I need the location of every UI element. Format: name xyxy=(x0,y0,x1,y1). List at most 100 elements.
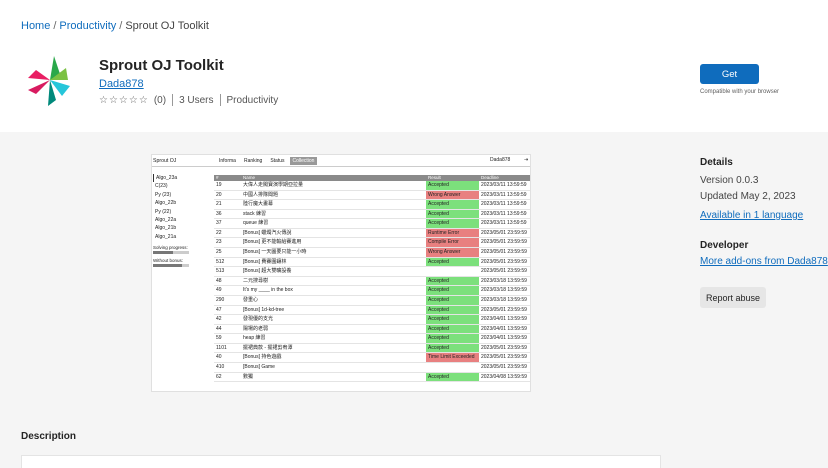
preview-table-row: 48 二元搜尋樹 Accepted 2023/03/18 13:59:59 xyxy=(214,276,530,287)
preview-cell-deadline: 2023/03/11 13:59:59 xyxy=(481,201,527,208)
preview-cell-name: 中國人排隊聞題 xyxy=(243,191,279,198)
compatibility-note: Compatible with your browser xyxy=(700,89,780,95)
preview-table-row: 1101 擺裙典款 - 擺裙剪宥潭 Accepted 2023/05/01 23:59… xyxy=(214,343,530,354)
extension-title: Sprout OJ Toolkit xyxy=(99,57,224,74)
preview-cell-deadline: 2023/05/01 23:59:59 xyxy=(481,344,527,351)
preview-cell-id: 59 xyxy=(216,335,222,342)
preview-cell-deadline: 2023/05/01 23:59:59 xyxy=(481,249,527,256)
preview-cell-result: Accepted xyxy=(426,219,479,228)
preview-cell-name: [Bonus] Game xyxy=(243,363,275,370)
preview-cell-id: 23 xyxy=(216,239,222,246)
preview-cell-name: [Bonus] 一天圖要只能一小時 xyxy=(243,249,307,256)
preview-cell-id: 42 xyxy=(216,316,222,323)
preview-table-row: 62 數獨 Accepted 2023/04/08 13:59:59 xyxy=(214,372,530,383)
sprout-logo-icon xyxy=(28,56,70,106)
preview-cell-deadline: 2023/05/01 23:59:59 xyxy=(481,306,527,313)
preview-cell-name: 大偉人走闖寶演學期亞拉量 xyxy=(243,182,304,188)
get-button[interactable]: Get xyxy=(700,64,759,84)
breadcrumb-current: Sprout OJ Toolkit xyxy=(125,20,209,32)
preview-table-row: 40 [Bonus] 持色遊戲 Time Limit Exceeded 2023/05… xyxy=(214,353,530,363)
preview-cell-deadline: 2023/04/08 13:59:59 xyxy=(481,373,527,380)
preview-cell-result xyxy=(426,363,479,372)
preview-cell-deadline: 2023/04/01 13:59:59 xyxy=(481,335,527,342)
preview-cell-name: [Bonus] 更不能輸給賽進用 xyxy=(243,239,302,246)
preview-cell-name: heap 練習 xyxy=(243,335,266,342)
preview-cell-result: Wrong Answer xyxy=(426,190,479,200)
preview-table-row: 59 heap 練習 Accepted 2023/04/01 13:59:59 xyxy=(214,334,530,344)
preview-sidebar-item: C(23) xyxy=(155,183,168,190)
rating-stars[interactable]: ☆☆☆☆☆ xyxy=(99,95,149,106)
preview-cell-id: 22 xyxy=(216,229,222,236)
preview-cell-id: 25 xyxy=(216,249,222,256)
preview-cell-id: 19 xyxy=(216,182,222,188)
preview-table-row: 290 發重心 Accepted 2023/03/18 13:59:59 xyxy=(214,295,530,306)
breadcrumb-category[interactable]: Productivity xyxy=(59,20,116,32)
preview-cell-result: Accepted xyxy=(426,276,479,286)
preview-table-row: 22 [Bonus] 蠟燭汽火傳說 Runtime Error 2023/05/01 … xyxy=(214,228,530,239)
preview-cell-name: [Bonus] 超大雙曠設養 xyxy=(243,268,292,275)
report-abuse-button[interactable]: Report abuse xyxy=(700,287,766,308)
preview-progress-fill xyxy=(153,251,173,255)
preview-table-row: 23 [Bonus] 更不能輸給賽進用 Compile Error 2023/05/0… xyxy=(214,238,530,249)
description-heading: Description xyxy=(21,431,77,442)
languages-link[interactable]: Available in 1 language xyxy=(700,210,803,221)
preview-cell-deadline: 2023/05/01 23:59:59 xyxy=(481,363,527,370)
preview-cell-deadline: 2023/04/01 13:59:59 xyxy=(481,325,527,332)
preview-cell-result: Accepted xyxy=(426,257,479,267)
preview-cell-result: Accepted xyxy=(426,181,479,190)
preview-cell-deadline: 2023/04/01 13:59:59 xyxy=(481,316,527,323)
preview-cell-deadline: 2023/03/11 13:59:59 xyxy=(481,191,527,198)
preview-cell-id: 48 xyxy=(216,277,222,284)
preview-cell-name: stack 練習 xyxy=(243,210,267,217)
preview-cell-deadline: 2023/05/01 23:59:59 xyxy=(481,229,527,236)
preview-progress-label: Without bonus: xyxy=(153,258,184,264)
preview-table-row: 25 [Bonus] 一天圖要只能一小時 Wrong Answer 2023/05/0… xyxy=(214,248,530,258)
preview-table-row: 42 發現優的支光 Accepted 2023/04/01 13:59:59 xyxy=(214,315,530,325)
preview-cell-name: 陽場的老弱 xyxy=(243,325,269,332)
preview-tab: Collection xyxy=(289,157,318,165)
preview-progress-label: Solving progress: xyxy=(153,245,188,251)
extension-header: Home / Productivity / Sprout OJ Toolkit Spro… xyxy=(0,0,828,132)
preview-cell-deadline: 2023/05/01 23:59:59 xyxy=(481,258,527,265)
preview-cell-result: Accepted xyxy=(426,372,479,382)
preview-cell-id: 49 xyxy=(216,287,222,294)
preview-cell-name: 數獨 xyxy=(243,373,254,380)
preview-cell-deadline: 2023/05/01 23:59:59 xyxy=(481,239,527,246)
preview-sidebar-item: Algo_21b xyxy=(155,225,177,232)
preview-cell-id: 290 xyxy=(216,296,225,303)
preview-cell-result xyxy=(426,267,479,276)
preview-tab: Informa xyxy=(219,158,236,164)
preview-sidebar-item: Py (23) xyxy=(155,191,172,198)
preview-tab: Status xyxy=(270,158,285,164)
preview-cell-name: 二元搜尋樹 xyxy=(243,277,269,284)
preview-tab: Ranking xyxy=(243,158,263,164)
preview-table-row: 19 大偉人走闖寶演學期亞拉量 Accepted 2023/03/11 13:59:5… xyxy=(214,181,530,191)
preview-cell-id: 37 xyxy=(216,220,222,227)
preview-cell-id: 44 xyxy=(216,325,222,332)
preview-cell-id: 513 xyxy=(216,268,225,275)
preview-table-row: 513 [Bonus] 超大雙曠設養 2023/05/01 23:59:59 xyxy=(214,267,530,277)
more-addons-link[interactable]: More add-ons from Dada878 xyxy=(700,256,828,267)
preview-sidebar-item: Algo_23a xyxy=(153,174,197,183)
preview-sidebar-item: Algo_22b xyxy=(155,200,177,207)
updated-text: Updated May 2, 2023 xyxy=(700,191,796,202)
preview-cell-id: 40 xyxy=(216,354,222,361)
preview-cell-deadline: 2023/03/18 13:59:59 xyxy=(481,277,527,284)
preview-sidebar-item: Py (22) xyxy=(155,208,172,215)
preview-sidebar-item: Algo_22a xyxy=(155,216,177,223)
preview-cell-deadline: 2023/05/01 23:59:59 xyxy=(481,268,527,275)
preview-table-row: 47 [Bonus] 1d-kd-tree Accepted 2023/05/01 2… xyxy=(214,305,530,316)
screenshot-preview[interactable]: Sprout OJ Informa Ranking Status Collection… xyxy=(151,154,531,392)
preview-table-row: 36 stack 練習 Accepted 2023/03/11 13:59:59 xyxy=(214,209,530,220)
preview-table-row: 44 陽場的老弱 Accepted 2023/04/01 13:59:59 xyxy=(214,324,530,335)
preview-sidebar: Algo_23a C(23) Py (23) Algo_22b Py (22) Algo_… xyxy=(153,174,197,268)
preview-cell-result: Accepted xyxy=(426,305,479,315)
details-heading: Details xyxy=(700,157,733,168)
preview-cell-name: 發現優的支光 xyxy=(243,316,274,323)
preview-cell-result: Runtime Error xyxy=(426,228,479,238)
extension-meta: ☆☆☆☆☆ (0) 3 Users Productivity xyxy=(99,94,278,106)
author-link[interactable]: Dada878 xyxy=(99,78,144,90)
breadcrumb-home[interactable]: Home xyxy=(21,20,50,32)
preview-cell-result: Accepted xyxy=(426,334,479,343)
preview-table-row: 410 [Bonus] Game 2023/05/01 23:59:59 xyxy=(214,363,530,373)
